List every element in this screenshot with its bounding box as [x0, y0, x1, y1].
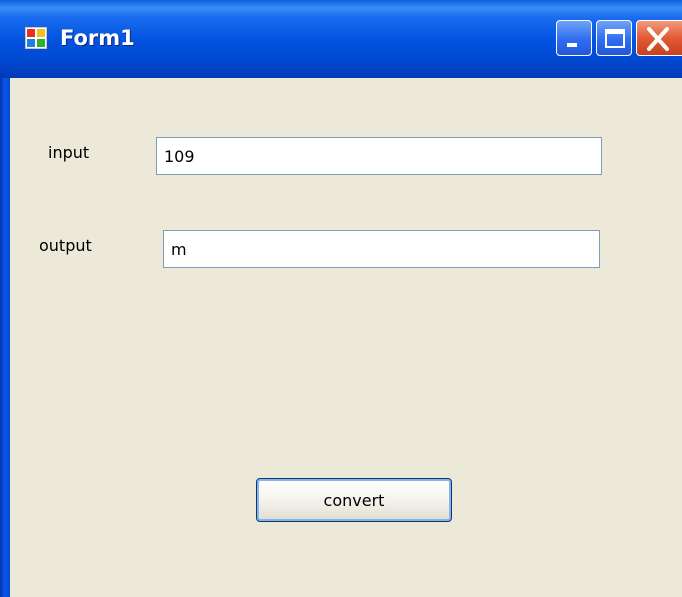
minimize-icon — [567, 43, 577, 47]
input-field[interactable] — [156, 137, 602, 175]
form1-window: Form1 input output convert — [0, 0, 682, 597]
window-title: Form1 — [60, 26, 135, 50]
close-icon — [647, 27, 669, 51]
window-left-border — [0, 78, 10, 597]
convert-button[interactable]: convert — [256, 478, 452, 522]
title-bar[interactable]: Form1 — [0, 0, 682, 78]
minimize-button[interactable] — [556, 20, 592, 56]
close-button[interactable] — [636, 20, 682, 56]
input-label: input — [48, 143, 90, 162]
maximize-icon — [605, 29, 625, 48]
maximize-button[interactable] — [596, 20, 632, 56]
output-label: output — [39, 236, 92, 255]
app-icon — [25, 27, 47, 49]
output-field[interactable] — [163, 230, 600, 268]
